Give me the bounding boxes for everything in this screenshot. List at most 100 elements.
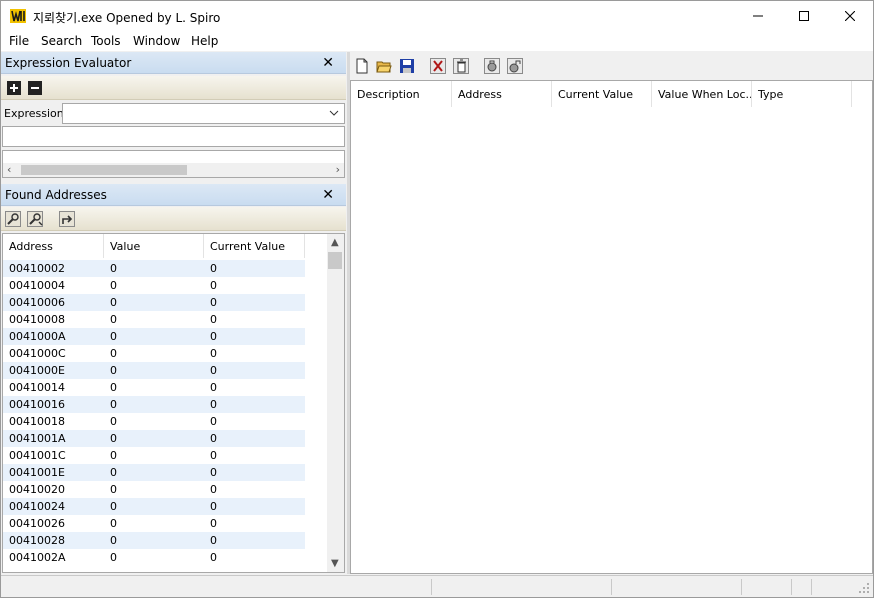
- cell-address: 0041001E: [9, 466, 65, 479]
- cell-current-value: 0: [210, 279, 217, 292]
- table-row[interactable]: 00410024 0 0: [3, 498, 305, 515]
- table-row[interactable]: 00410004 0 0: [3, 277, 305, 294]
- search-icon[interactable]: [5, 211, 21, 227]
- expression-label: Expression:: [4, 107, 68, 120]
- cell-value: 0: [110, 500, 117, 513]
- column-header-value-when-locked[interactable]: Value When Loc...: [652, 81, 752, 107]
- found-addresses-table: Address Value Current Value 00410002 0 0 00…: [2, 233, 345, 573]
- cell-value: 0: [110, 279, 117, 292]
- table-row[interactable]: 00410026 0 0: [3, 515, 305, 532]
- expression-combobox[interactable]: [62, 103, 345, 124]
- vertical-scrollbar[interactable]: ▲ ▼: [327, 234, 344, 572]
- cell-address: 0041000C: [9, 347, 66, 360]
- cell-current-value: 0: [210, 262, 217, 275]
- resize-grip-icon[interactable]: [858, 582, 870, 594]
- open-folder-icon[interactable]: [376, 58, 392, 74]
- table-row[interactable]: 0041000E 0 0: [3, 362, 305, 379]
- expression-evaluator-close-icon[interactable]: ✕: [322, 55, 334, 71]
- table-row[interactable]: 0041001A 0 0: [3, 430, 305, 447]
- cell-address: 0041000A: [9, 330, 66, 343]
- cell-current-value: 0: [210, 381, 217, 394]
- cell-address: 00410008: [9, 313, 65, 326]
- horizontal-scroll-thumb[interactable]: [21, 165, 187, 175]
- close-window-button[interactable]: [827, 1, 873, 31]
- cell-current-value: 0: [210, 415, 217, 428]
- cell-address: 00410002: [9, 262, 65, 275]
- cell-value: 0: [110, 466, 117, 479]
- main-address-list: Description Address Current Value Value …: [350, 80, 873, 574]
- new-file-icon[interactable]: [354, 58, 370, 74]
- table-row[interactable]: 00410018 0 0: [3, 413, 305, 430]
- table-row[interactable]: 00410016 0 0: [3, 396, 305, 413]
- cell-address: 0041001C: [9, 449, 66, 462]
- cell-value: 0: [110, 398, 117, 411]
- table-row[interactable]: 0041002A 0 0: [3, 549, 305, 566]
- column-header-address[interactable]: Address: [452, 81, 552, 107]
- menu-file[interactable]: File: [9, 34, 29, 48]
- cut-icon[interactable]: [430, 58, 446, 74]
- delete-icon[interactable]: [453, 58, 469, 74]
- horizontal-scrollbar[interactable]: ‹ ›: [3, 163, 344, 177]
- cell-current-value: 0: [210, 534, 217, 547]
- menu-window[interactable]: Window: [133, 34, 180, 48]
- table-row[interactable]: 00410020 0 0: [3, 481, 305, 498]
- cell-address: 0041000E: [9, 364, 65, 377]
- table-row[interactable]: 0041001E 0 0: [3, 464, 305, 481]
- expression-result-field[interactable]: [2, 126, 345, 147]
- menu-bar: File Search Tools Window Help: [1, 31, 873, 51]
- search-again-icon[interactable]: [27, 211, 43, 227]
- cell-current-value: 0: [210, 432, 217, 445]
- menu-tools[interactable]: Tools: [91, 34, 121, 48]
- cell-current-value: 0: [210, 483, 217, 496]
- column-header-value[interactable]: Value: [104, 234, 204, 258]
- cell-current-value: 0: [210, 449, 217, 462]
- cell-current-value: 0: [210, 517, 217, 530]
- unlock-icon[interactable]: [507, 58, 523, 74]
- maximize-icon: [799, 11, 809, 21]
- cell-current-value: 0: [210, 466, 217, 479]
- table-row[interactable]: 00410028 0 0: [3, 532, 305, 549]
- scroll-up-icon[interactable]: ▲: [331, 237, 339, 248]
- column-header-current-value[interactable]: Current Value: [552, 81, 652, 107]
- found-addresses-close-icon[interactable]: ✕: [322, 187, 334, 203]
- cell-value: 0: [110, 415, 117, 428]
- cell-value: 0: [110, 483, 117, 496]
- vertical-scroll-thumb[interactable]: [328, 252, 342, 269]
- table-row[interactable]: 00410014 0 0: [3, 379, 305, 396]
- table-row[interactable]: 00410008 0 0: [3, 311, 305, 328]
- found-addresses-header: Found Addresses ✕: [1, 184, 346, 206]
- table-row[interactable]: 00410006 0 0: [3, 294, 305, 311]
- cell-value: 0: [110, 313, 117, 326]
- scroll-right-icon[interactable]: ›: [336, 163, 340, 176]
- cell-address: 00410020: [9, 483, 65, 496]
- cell-value: 0: [110, 330, 117, 343]
- column-header-current-value[interactable]: Current Value: [204, 234, 305, 258]
- table-row[interactable]: 0041000C 0 0: [3, 345, 305, 362]
- status-segment: [791, 579, 811, 595]
- app-logo-icon: [10, 9, 26, 23]
- scroll-left-icon[interactable]: ‹: [7, 163, 11, 176]
- maximize-button[interactable]: [781, 1, 827, 31]
- cell-value: 0: [110, 381, 117, 394]
- column-header-description[interactable]: Description: [351, 81, 452, 107]
- status-segment: [431, 579, 611, 595]
- cell-current-value: 0: [210, 398, 217, 411]
- menu-search[interactable]: Search: [41, 34, 82, 48]
- scroll-down-icon[interactable]: ▼: [331, 558, 339, 569]
- cell-value: 0: [110, 517, 117, 530]
- table-row[interactable]: 0041000A 0 0: [3, 328, 305, 345]
- remove-expression-icon[interactable]: [27, 80, 43, 96]
- chevron-down-icon[interactable]: [329, 108, 339, 118]
- add-to-list-icon[interactable]: [59, 211, 75, 227]
- column-header-type[interactable]: Type: [752, 81, 852, 107]
- cell-current-value: 0: [210, 313, 217, 326]
- save-icon[interactable]: [399, 58, 415, 74]
- minimize-button[interactable]: [735, 1, 781, 31]
- table-row[interactable]: 00410002 0 0: [3, 260, 305, 277]
- column-header-address[interactable]: Address: [3, 234, 104, 258]
- add-expression-icon[interactable]: [6, 80, 22, 96]
- menu-help[interactable]: Help: [191, 34, 218, 48]
- table-row[interactable]: 0041001C 0 0: [3, 447, 305, 464]
- lock-icon[interactable]: [484, 58, 500, 74]
- left-panel: Expression Evaluator ✕ Expression: ‹ › F…: [1, 52, 347, 574]
